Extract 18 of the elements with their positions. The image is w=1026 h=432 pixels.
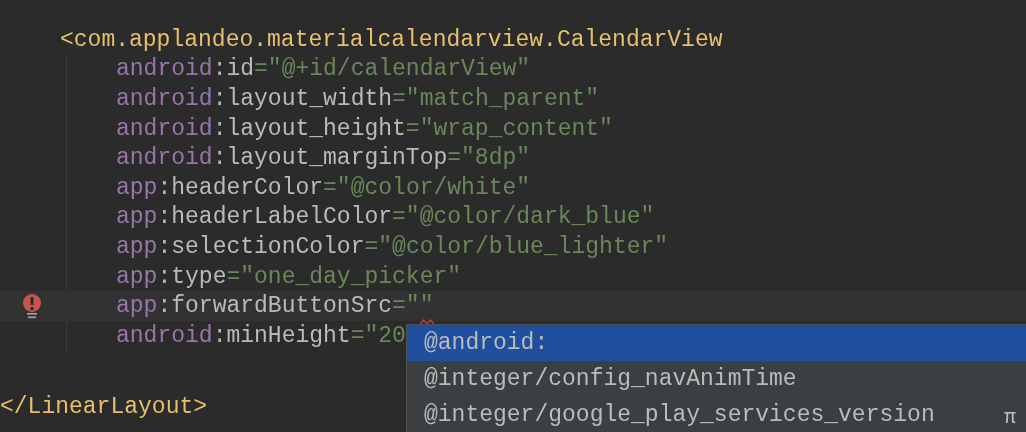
code-line: <com.applandeo.materialcalendarview.CalendarView <box>60 27 723 52</box>
error-squiggle-icon <box>420 319 434 326</box>
popup-hint[interactable]: π <box>1004 406 1016 429</box>
code-line: app:selectionColor="@color/blue_lighter" <box>116 234 669 259</box>
code-line: app:forwardButtonSrc="" <box>116 294 434 319</box>
code-line: app:headerLabelColor="@color/dark_blue" <box>116 205 655 230</box>
completion-item[interactable]: @integer/google_play_services_version <box>407 397 943 432</box>
code-line: app:headerColor="@color/white" <box>116 175 531 200</box>
completion-item[interactable]: @android: <box>407 325 1026 361</box>
code-line: android:id="@+id/calendarView" <box>116 57 531 82</box>
code-line: android:minHeight="20 <box>116 323 406 348</box>
code-line: android:layout_height="wrap_content" <box>116 116 613 141</box>
error-bulb-icon[interactable] <box>22 293 42 320</box>
code-line: android:layout_width="match_parent" <box>116 87 600 111</box>
completion-item[interactable]: @integer/config_navAnimTime <box>407 361 805 397</box>
code-line: </LinearLayout> <box>0 395 208 420</box>
code-line: android:layout_marginTop="8dp" <box>116 146 531 171</box>
code-line: app:type="one_day_picker" <box>116 264 462 289</box>
